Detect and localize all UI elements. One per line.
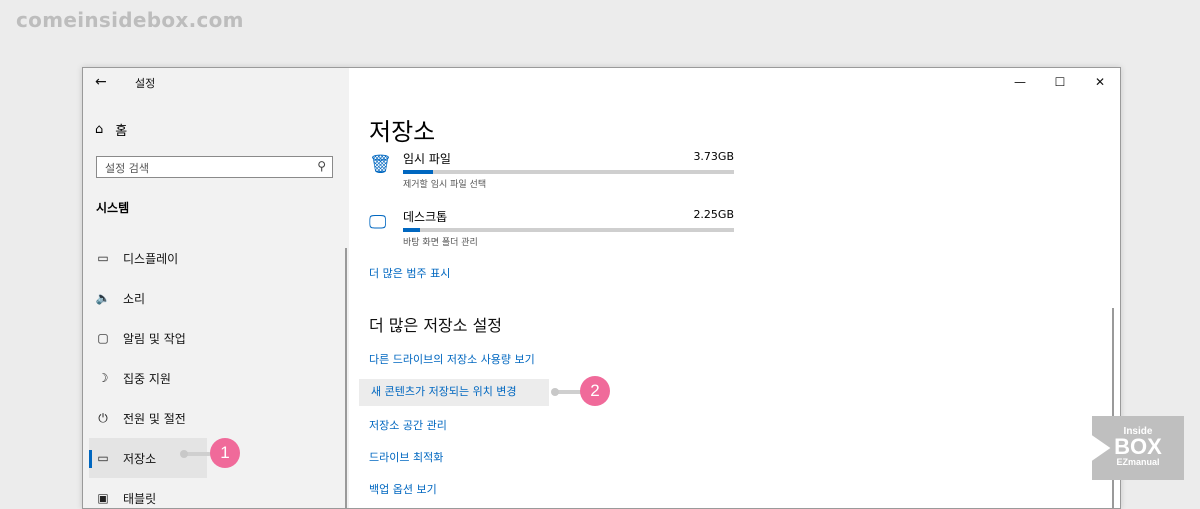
main-content: — ☐ ✕ 저장소 🗑 임시 파일 3.73GB 제거할 임시 파일 선택 🖵 … [349,68,1120,508]
logo-line-3: EZmanual [1116,457,1160,467]
home-link[interactable]: ⌂ 홈 [95,120,127,139]
page-title: 저장소 [369,118,436,146]
sidebar-item-label: 저장소 [123,451,157,466]
more-storage-settings-heading: 더 많은 저장소 설정 [369,316,503,335]
sidebar-scrollbar[interactable] [345,248,347,508]
search-icon[interactable]: ⚲ [317,159,326,173]
storage-usage-bar [403,228,734,232]
home-icon: ⌂ [95,122,104,137]
drive-icon: ▭ [97,451,109,465]
link-change-save-location[interactable]: 새 콘텐츠가 저장되는 위치 변경 [359,379,549,406]
watermark: comeinsidebox.com [16,8,244,32]
storage-size: 2.25GB [693,208,734,221]
sidebar-nav: ▭ 디스플레이 🔈 소리 ▢ 알림 및 작업 ☽ 집중 지원 ⏻ 전원 및 절전… [83,238,349,508]
search-input[interactable] [97,158,305,179]
power-icon: ⏻ [98,410,108,425]
settings-search[interactable]: ⚲ [96,156,333,179]
sidebar-item-label: 디스플레이 [123,251,179,266]
storage-subtext: 제거할 임시 파일 선택 [403,180,487,190]
show-more-categories-link[interactable]: 더 많은 범주 표시 [369,265,450,281]
link-storage-spaces[interactable]: 저장소 공간 관리 [369,417,447,433]
callout-dot-2 [551,388,559,396]
storage-row-temp-files[interactable]: 🗑 임시 파일 3.73GB 제거할 임시 파일 선택 [369,150,739,194]
settings-window: ← 설정 ⌂ 홈 ⚲ 시스템 ▭ 디스플레이 🔈 소리 ▢ 알림 및 작업 [82,67,1121,509]
monitor-icon: ▭ [97,251,109,265]
storage-label: 임시 파일 [403,152,451,166]
usage-fill [403,170,433,174]
storage-row-desktop[interactable]: 🖵 데스크톱 2.25GB 바탕 화면 폴더 관리 [369,208,739,252]
sidebar-item-sound[interactable]: 🔈 소리 [83,278,349,318]
trash-icon: 🗑 [369,154,392,175]
maximize-button[interactable]: ☐ [1040,68,1080,96]
app-title: 설정 [135,77,156,90]
monitor-icon: 🖵 [369,212,387,233]
close-button[interactable]: ✕ [1080,68,1120,96]
message-icon: ▢ [97,331,109,345]
sidebar-item-display[interactable]: ▭ 디스플레이 [83,238,349,278]
sidebar-item-focus-assist[interactable]: ☽ 집중 지원 [83,358,349,398]
callout-badge-2: 2 [580,376,610,406]
title-bar: ← 설정 [83,68,349,96]
sidebar-item-storage[interactable]: ▭ 저장소 [89,438,207,478]
sidebar-item-label: 집중 지원 [123,371,171,386]
sidebar-item-label: 소리 [123,291,146,306]
back-arrow-icon[interactable]: ← [95,74,107,90]
storage-label: 데스크톱 [403,210,448,224]
speaker-icon: 🔈 [95,291,111,305]
storage-usage-bar [403,170,734,174]
moon-icon: ☽ [97,371,109,385]
storage-subtext: 바탕 화면 폴더 관리 [403,238,478,248]
minimize-button[interactable]: — [1000,68,1040,96]
tablet-icon: ▣ [97,491,109,505]
usage-fill [403,228,420,232]
window-controls: — ☐ ✕ [1000,68,1120,96]
sidebar-item-notifications[interactable]: ▢ 알림 및 작업 [83,318,349,358]
sidebar-item-label: 알림 및 작업 [123,331,186,346]
home-label: 홈 [115,124,128,139]
sidebar-item-label: 태블릿 [123,491,157,506]
link-other-drives-usage[interactable]: 다른 드라이브의 저장소 사용량 보기 [369,351,535,367]
callout-dot-1 [180,450,188,458]
link-backup-options[interactable]: 백업 옵션 보기 [369,481,437,497]
section-title-system: 시스템 [96,201,130,215]
link-optimize-drives[interactable]: 드라이브 최적화 [369,449,443,465]
callout-badge-1: 1 [210,438,240,468]
sidebar-item-power[interactable]: ⏻ 전원 및 절전 [83,398,349,438]
storage-size: 3.73GB [693,150,734,163]
sidebar-item-label: 전원 및 절전 [123,411,186,426]
